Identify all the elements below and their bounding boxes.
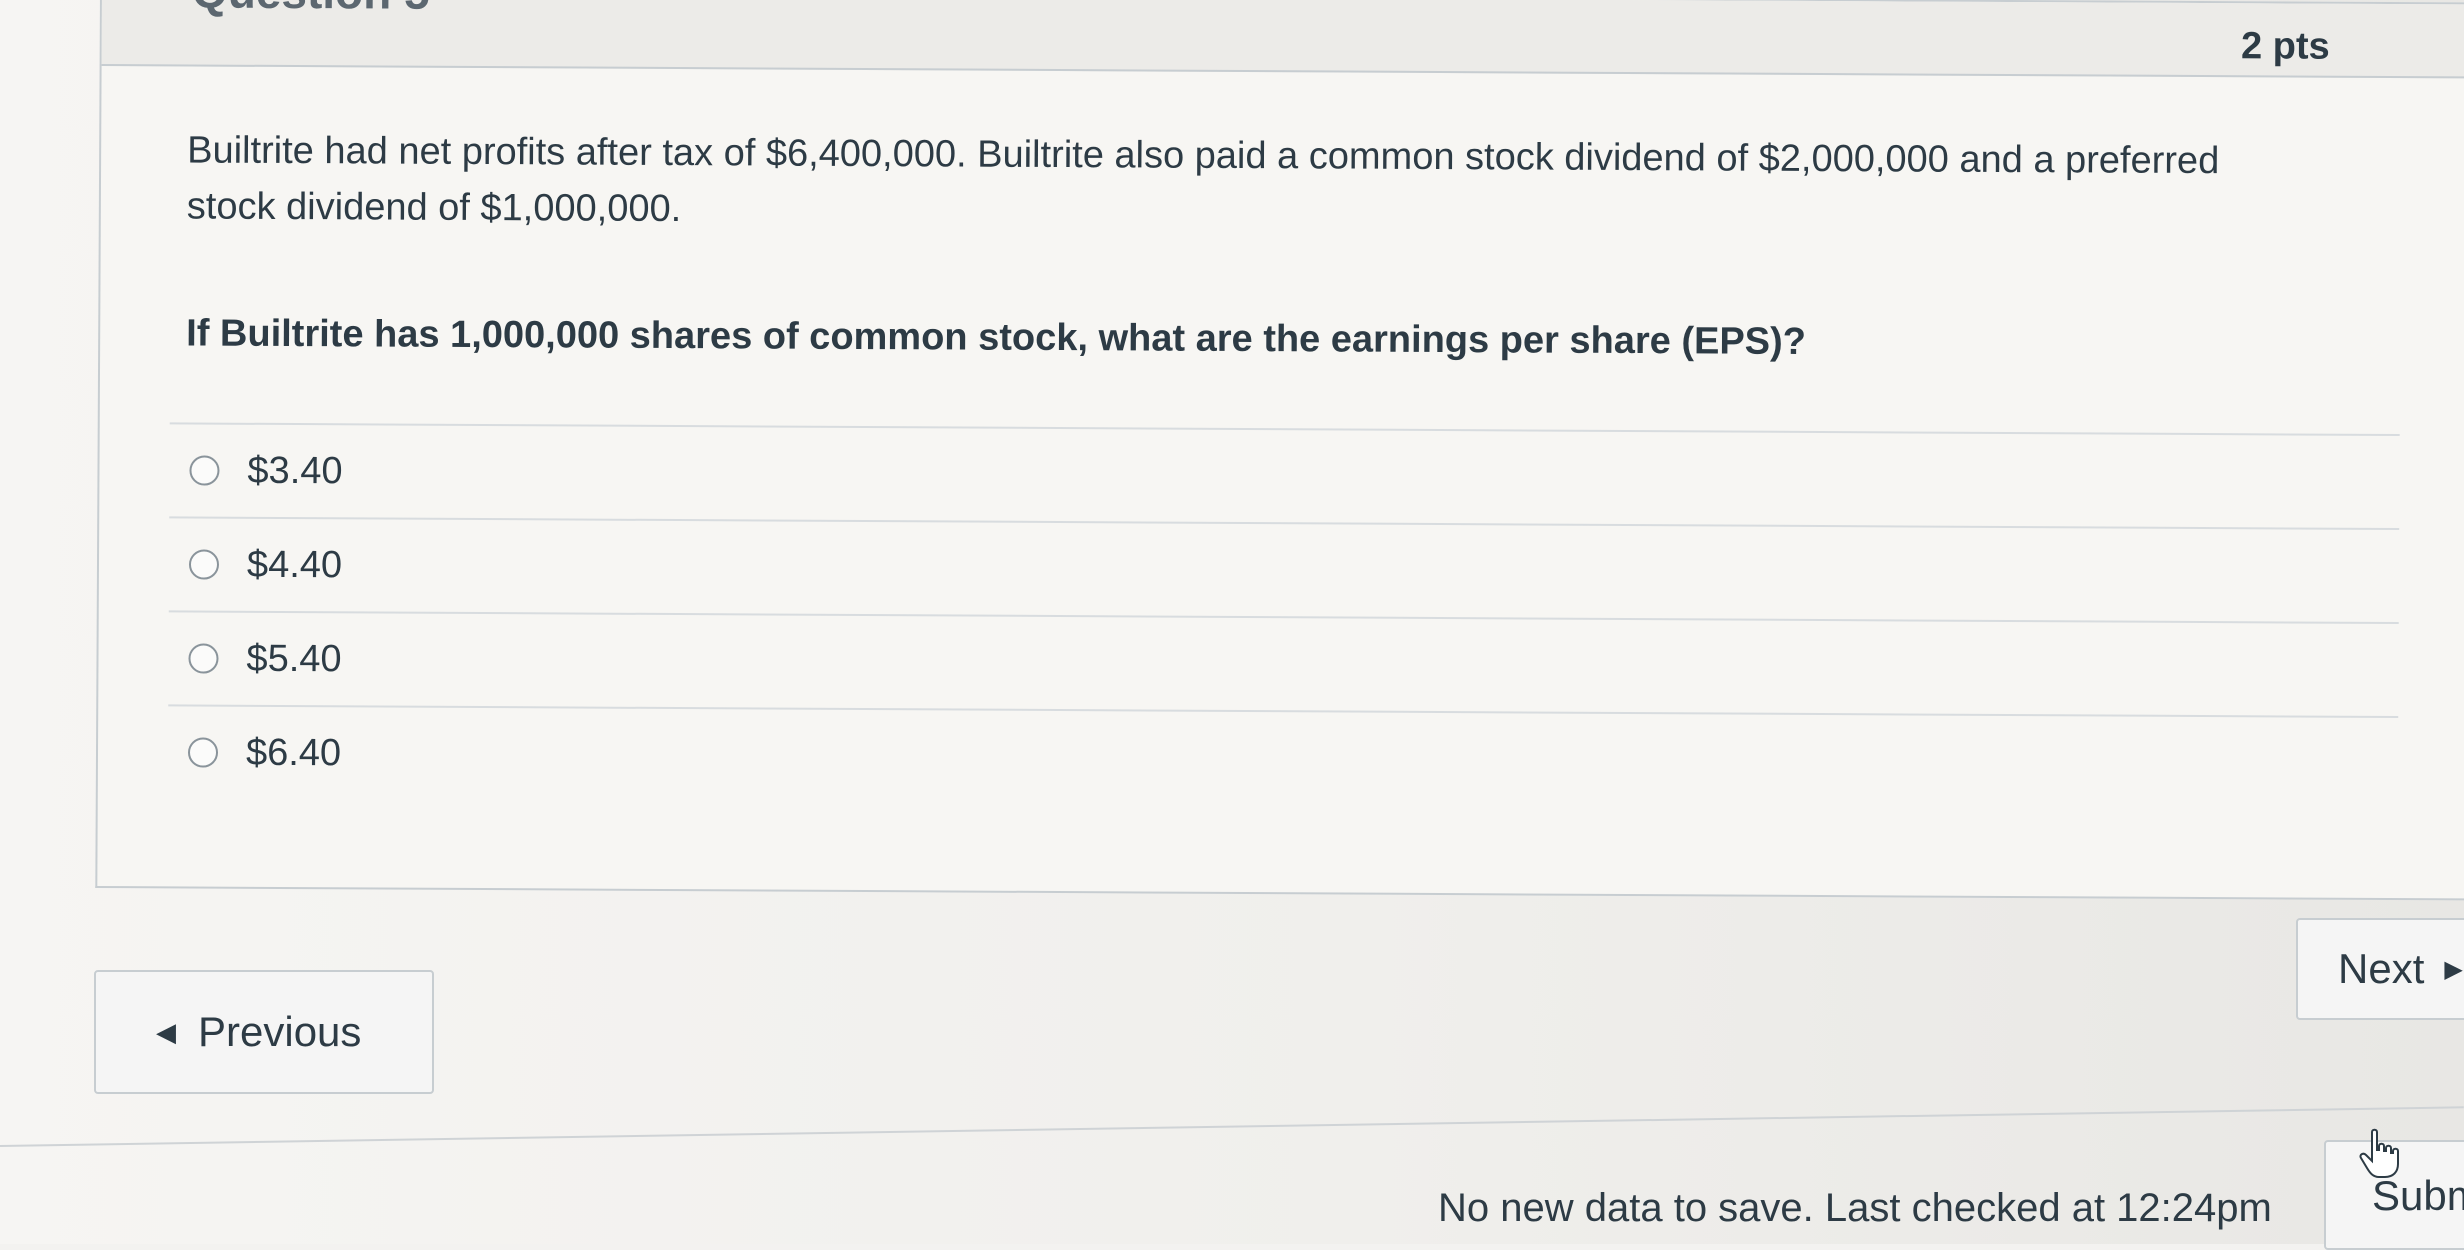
caret-right-icon: ▶	[2444, 955, 2463, 983]
answer-label[interactable]: $3.40	[247, 449, 342, 492]
answer-label[interactable]: $4.40	[247, 543, 342, 586]
radio-button[interactable]	[189, 455, 220, 486]
answer-option[interactable]: $3.40	[169, 422, 2400, 529]
answer-list: $3.40 $4.40 $5.40 $6.40	[167, 422, 2400, 811]
question-text: Builtrite had net profits after tax of $…	[187, 122, 2288, 245]
question-points: 2 pts	[2240, 25, 2330, 68]
question-name: Question 5	[192, 0, 430, 20]
hand-pointer-icon	[2359, 1128, 2399, 1178]
radio-button[interactable]	[188, 549, 220, 580]
answer-option[interactable]: $4.40	[168, 516, 2400, 623]
next-label: Next	[2338, 945, 2425, 992]
answer-option[interactable]: $6.40	[167, 704, 2399, 811]
question-header: Question 5 2 pts	[101, 0, 2464, 79]
question-prompt: If Builtrite has 1,000,000 shares of com…	[186, 312, 1807, 363]
question-card: Question 5 2 pts Builtrite had net profi…	[95, 0, 2464, 901]
previous-label: Previous	[198, 1008, 362, 1055]
radio-button[interactable]	[188, 643, 219, 674]
question-body: Builtrite had net profits after tax of $…	[186, 129, 2220, 231]
answer-option[interactable]: $5.40	[168, 610, 2399, 717]
answer-label[interactable]: $6.40	[246, 731, 341, 774]
previous-button[interactable]: ◀ Previous	[94, 970, 434, 1094]
save-status: No new data to save. Last checked at 12:…	[1438, 1186, 2272, 1230]
caret-left-icon: ◀	[156, 1016, 176, 1047]
radio-button[interactable]	[187, 737, 219, 768]
answer-label[interactable]: $5.40	[246, 637, 341, 680]
quiz-page: Question 5 2 pts Builtrite had net profi…	[0, 0, 2464, 1250]
next-button[interactable]: Next ▶	[2296, 918, 2464, 1020]
footer-divider	[0, 1106, 2464, 1147]
